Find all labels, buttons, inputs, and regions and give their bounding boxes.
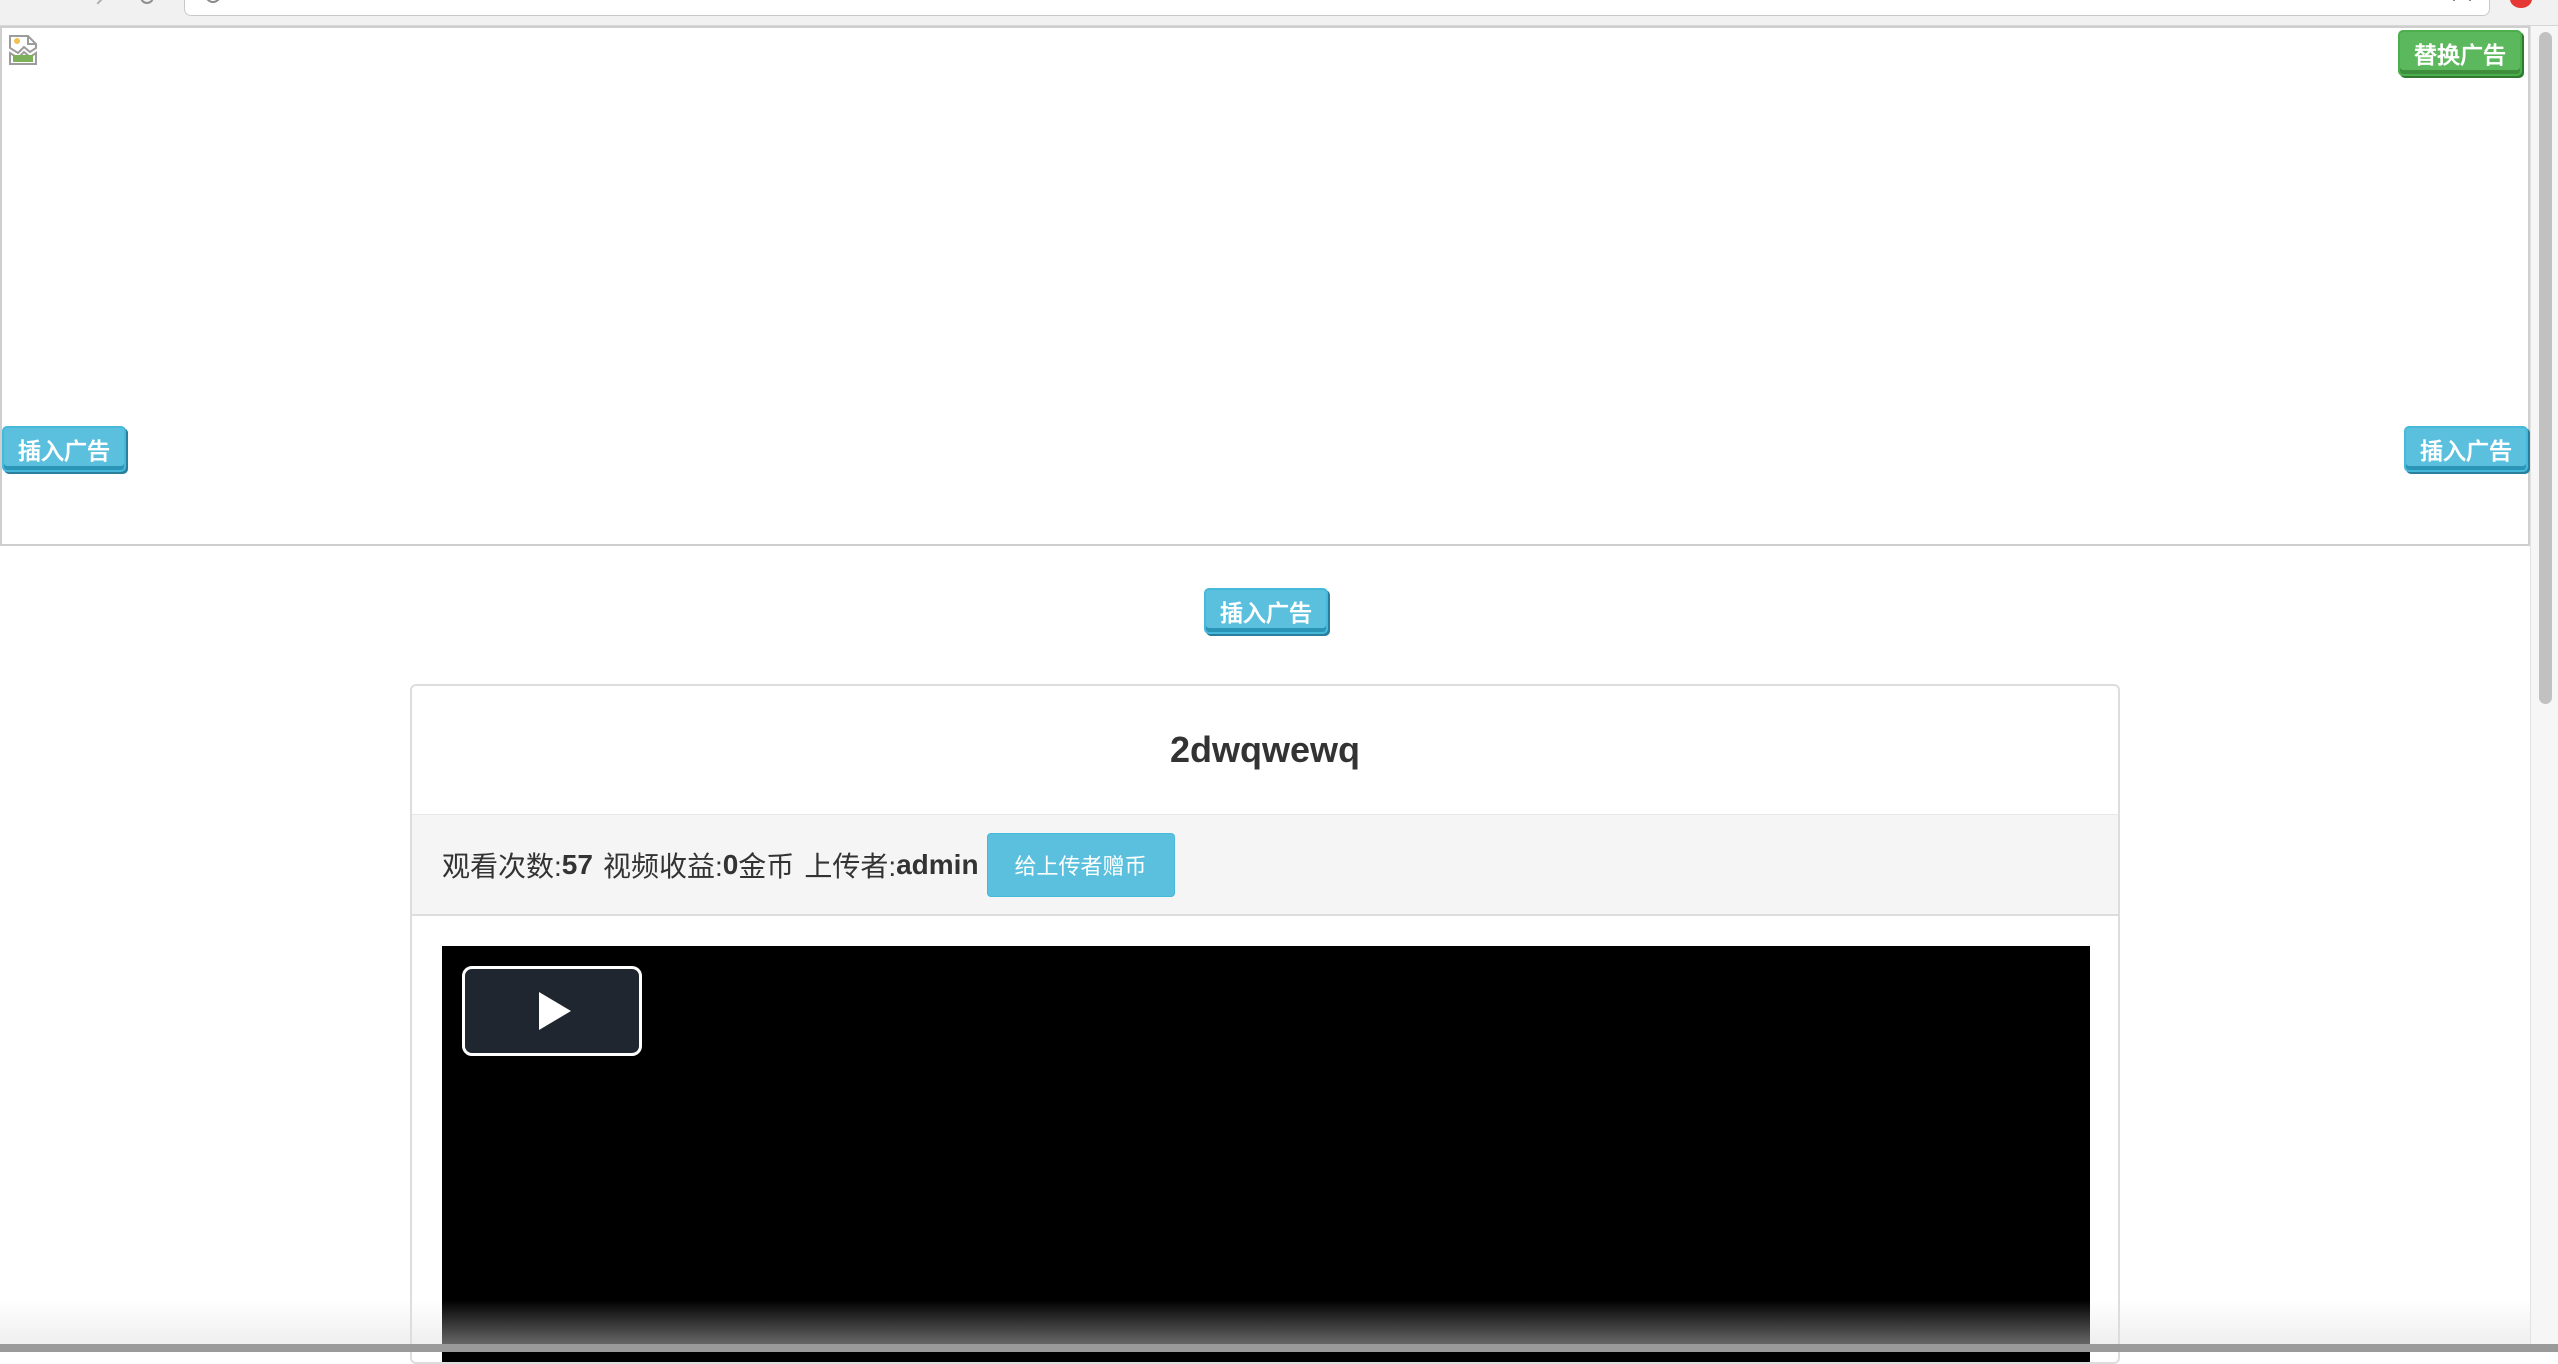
panel-heading: 2dwqwewq [412, 686, 2118, 814]
reader-mode-icon[interactable] [2453, 0, 2471, 1]
replace-ad-button[interactable]: 替换广告 [2398, 30, 2522, 76]
views-label: 观看次数: [442, 850, 562, 882]
views-value: 57 [561, 848, 593, 880]
profile-icon[interactable] [2510, 0, 2532, 8]
insert-ad-left-button[interactable]: 插入广告 [2, 426, 126, 472]
insert-ad-center-button[interactable]: 插入广告 [1204, 588, 1328, 634]
browser-toolbar [0, 0, 2558, 26]
video-player[interactable] [442, 946, 2090, 1362]
video-title: 2dwqwewq [1169, 729, 1361, 770]
video-info-bar: 观看次数: 57 视频收益: 0 金币 上传者: admin 给上传者赠币 [412, 814, 2118, 916]
tip-uploader-button[interactable]: 给上传者赠币 [986, 832, 1175, 897]
play-button[interactable] [462, 966, 642, 1056]
video-panel: 2dwqwewq 观看次数: 57 视频收益: 0 金币 上传者: admin … [410, 684, 2120, 1364]
forward-icon[interactable] [89, 0, 107, 5]
address-bar[interactable] [184, 0, 2490, 16]
window-bottom-edge [0, 1344, 2558, 1352]
insert-ad-right-button[interactable]: 插入广告 [2404, 426, 2528, 472]
reload-icon[interactable] [140, 0, 154, 4]
revenue-unit: 金币 [738, 850, 795, 882]
play-icon [539, 992, 571, 1030]
uploader-value: admin [896, 848, 979, 880]
ad-banner: 替换广告 插入广告 插入广告 [0, 26, 2530, 546]
vertical-scrollbar[interactable] [2530, 26, 2558, 1344]
broken-image-icon [9, 35, 37, 65]
scrollbar-thumb[interactable] [2539, 32, 2552, 704]
uploader-label: 上传者: [804, 850, 897, 882]
revenue-label: 视频收益: [602, 850, 723, 882]
revenue-value: 0 [722, 848, 739, 880]
info-icon[interactable] [205, 0, 221, 3]
